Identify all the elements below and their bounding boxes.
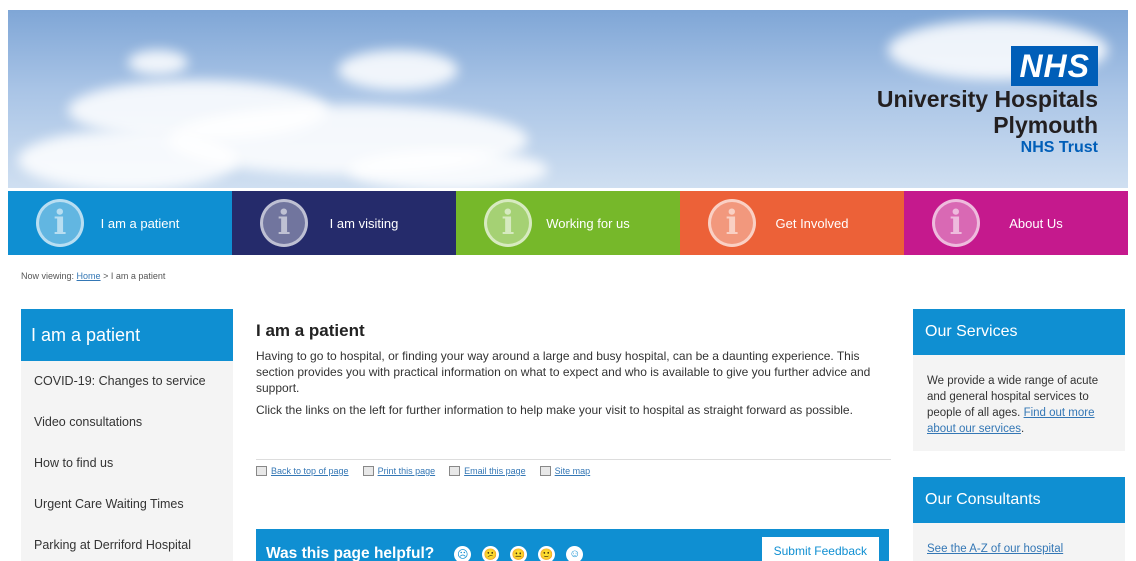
info-icon: i [708,199,756,247]
feedback-bar: Was this page helpful? ☹ 😕 😐 🙂 ☺ Submit … [256,529,889,561]
cloud [18,130,238,188]
page-title: I am a patient [256,321,365,340]
page-tools: Back to top of page Print this page Emai… [256,459,891,476]
neutral-face-icon[interactable]: 😐 [510,545,528,561]
our-services-title: Our Services [913,309,1125,355]
nav-item-patient[interactable]: i I am a patient [8,191,232,255]
nav-label: Working for us [546,215,630,231]
cloud [338,50,458,90]
envelope-icon [449,466,461,476]
nav-item-involved[interactable]: i Get Involved [680,191,904,255]
breadcrumb-current: I am a patient [110,271,166,281]
breadcrumb-separator: > [103,271,109,281]
nav-label: I am a patient [100,215,180,231]
logo-line-2: Plymouth [993,112,1098,138]
site-map-link[interactable]: Site map [539,466,591,476]
page: NHS University Hospitals Plymouth NHS Tr… [0,0,1136,561]
back-to-top-link[interactable]: Back to top of page [256,466,349,476]
our-services-body: We provide a wide range of acute and gen… [913,355,1125,451]
sad-face-icon[interactable]: 😕 [482,545,500,561]
intro-paragraph: Having to go to hospital, or finding you… [256,349,871,395]
info-icon: i [260,199,308,247]
back-to-top-label: Back to top of page [271,466,349,476]
submit-feedback-button[interactable]: Submit Feedback [761,537,879,561]
breadcrumb: Now viewing: Home > I am a patient [21,271,165,281]
logo-line-1: University Hospitals [876,86,1098,112]
consultants-link[interactable]: See the A-Z of our hospital [927,543,1063,555]
nav-label: I am visiting [329,215,399,231]
breadcrumb-home-link[interactable]: Home [77,271,101,281]
info-icon: i [932,199,980,247]
sidebar-item-find-us[interactable]: How to find us [21,443,233,484]
very-happy-face-icon[interactable]: ☺ [566,545,584,561]
feedback-question: Was this page helpful? [266,545,435,561]
logo-line-3: NHS Trust [1020,139,1098,156]
sidebar-item-parking[interactable]: Parking at Derriford Hospital [21,525,233,561]
sitemap-icon [539,466,551,476]
nav-label: Get Involved [775,215,849,231]
nav-item-about[interactable]: i About Us [904,191,1128,255]
email-link[interactable]: Email this page [449,466,526,476]
services-period: . [1020,423,1025,435]
very-sad-face-icon[interactable]: ☹ [454,545,472,561]
main-nav: i I am a patient i I am visiting i Worki… [8,191,1128,255]
back-to-top-icon [256,466,267,476]
print-link[interactable]: Print this page [362,466,436,476]
email-label: Email this page [464,466,526,476]
info-icon: i [484,199,532,247]
breadcrumb-prefix: Now viewing: [21,271,75,281]
sidebar-item-video[interactable]: Video consultations [21,402,233,443]
sidebar-title: I am a patient [21,309,233,361]
sidebar-item-covid[interactable]: COVID-19: Changes to service [21,361,233,402]
cloud [128,50,188,75]
our-consultants-title: Our Consultants [913,477,1125,523]
info-icon: i [36,199,84,247]
happy-face-icon[interactable]: 🙂 [538,545,556,561]
cloud [348,150,548,188]
nav-item-working[interactable]: i Working for us [456,191,680,255]
nhs-badge: NHS [1011,46,1098,86]
right-sidebar: Our Services We provide a wide range of … [913,309,1125,561]
site-map-label: Site map [554,466,591,476]
header-banner: NHS University Hospitals Plymouth NHS Tr… [8,10,1128,188]
help-paragraph: Click the links on the left for further … [256,403,853,417]
sidebar-item-waiting-times[interactable]: Urgent Care Waiting Times [21,484,233,525]
main-content: I am a patient Having to go to hospital,… [256,321,891,561]
left-sidebar: I am a patient COVID-19: Changes to serv… [21,309,233,561]
nav-label: About Us [1009,215,1063,231]
nav-item-visiting[interactable]: i I am visiting [232,191,456,255]
our-consultants-body: See the A-Z of our hospital [913,523,1125,561]
printer-icon [362,466,374,476]
nhs-logo[interactable]: NHS University Hospitals Plymouth NHS Tr… [877,46,1098,158]
print-label: Print this page [377,466,436,476]
